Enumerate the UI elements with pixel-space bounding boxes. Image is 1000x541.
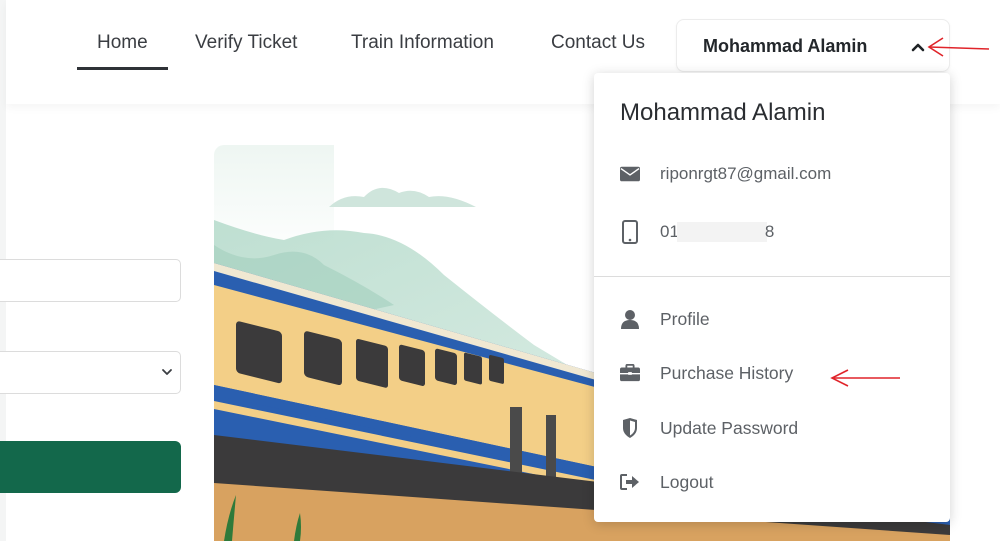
annotation-arrow-purchase-history <box>830 369 900 387</box>
annotation-arrow-toggle <box>927 37 990 57</box>
menu-item-logout[interactable]: Logout <box>620 471 714 493</box>
menu-item-label: Logout <box>660 471 714 492</box>
chevron-down-icon <box>162 369 172 375</box>
menu-item-profile[interactable]: Profile <box>620 308 710 330</box>
user-icon <box>620 308 640 330</box>
user-menu-toggle[interactable]: Mohammad Alamin <box>676 19 950 72</box>
select-dropdown[interactable] <box>0 351 181 394</box>
user-email: riponrgt87@gmail.com <box>660 164 832 183</box>
nav-contact-us[interactable]: Contact Us <box>551 32 645 54</box>
menu-item-label: Update Password <box>660 417 799 438</box>
user-email-row: riponrgt87@gmail.com <box>620 163 831 185</box>
sign-out-icon <box>620 471 640 493</box>
menu-item-purchase-history[interactable]: Purchase History <box>620 362 793 384</box>
user-dropdown-menu: Mohammad Alamin riponrgt87@gmail.com 01 … <box>594 73 950 522</box>
envelope-icon <box>620 163 640 185</box>
shield-icon <box>620 417 640 439</box>
nav-verify-ticket[interactable]: Verify Ticket <box>195 32 297 54</box>
menu-item-label: Profile <box>660 308 710 329</box>
nav-train-information[interactable]: Train Information <box>351 32 494 54</box>
chevron-up-icon <box>911 43 925 52</box>
nav-home[interactable]: Home <box>77 32 168 70</box>
menu-item-label: Purchase History <box>660 362 794 383</box>
phone-redaction <box>676 222 767 242</box>
dropdown-user-name: Mohammad Alamin <box>620 99 826 126</box>
text-input[interactable] <box>0 259 181 302</box>
user-phone-row: 01 8 <box>620 220 775 244</box>
dropdown-divider <box>594 276 950 277</box>
menu-item-update-password[interactable]: Update Password <box>620 417 798 439</box>
briefcase-icon <box>620 362 640 384</box>
mobile-phone-icon <box>620 220 640 244</box>
submit-button[interactable] <box>0 441 181 493</box>
user-toggle-name: Mohammad Alamin <box>703 36 868 56</box>
user-phone-suffix: 8 <box>764 222 775 241</box>
